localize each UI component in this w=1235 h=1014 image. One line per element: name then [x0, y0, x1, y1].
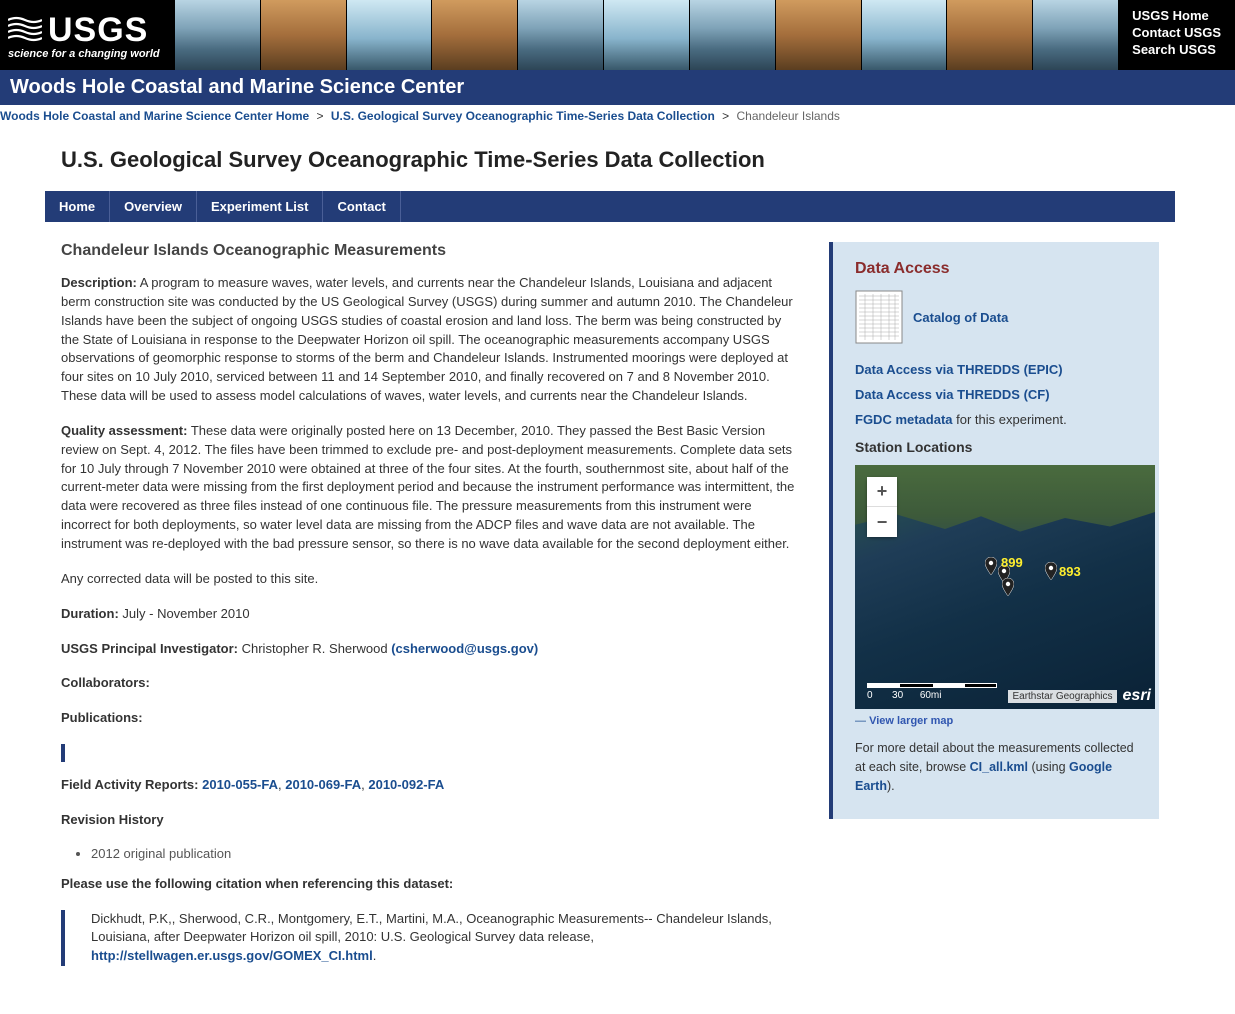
main-content: Chandeleur Islands Oceanographic Measure…: [61, 242, 799, 974]
experiment-heading: Chandeleur Islands Oceanographic Measure…: [61, 242, 799, 260]
map-attribution: Earthstar Geographics esri: [1008, 687, 1151, 705]
citation-link[interactable]: http://stellwagen.er.usgs.gov/GOMEX_CI.h…: [91, 948, 373, 963]
publications-label: Publications:: [61, 710, 143, 725]
collaborators-label: Collaborators:: [61, 675, 150, 690]
nav-overview[interactable]: Overview: [110, 191, 197, 222]
thredds-cf-link[interactable]: Data Access via THREDDS (CF): [855, 387, 1137, 402]
pi-label: USGS Principal Investigator:: [61, 641, 238, 656]
logo-tagline: science for a changing world: [8, 48, 167, 60]
thredds-epic-link[interactable]: Data Access via THREDDS (EPIC): [855, 362, 1137, 377]
crumb-home[interactable]: Woods Hole Coastal and Marine Science Ce…: [0, 109, 309, 123]
map-pin[interactable]: [985, 557, 997, 575]
top-banner: USGS science for a changing world USGS H…: [0, 0, 1235, 70]
logo-text: USGS: [48, 11, 148, 50]
usgs-home-link[interactable]: USGS Home: [1132, 8, 1221, 23]
citation-label: Please use the following citation when r…: [61, 876, 453, 891]
revision-history-line: Revision History: [61, 811, 799, 830]
zoom-in-button[interactable]: +: [867, 477, 897, 507]
description-label: Description:: [61, 275, 137, 290]
publications-line: Publications:: [61, 709, 799, 728]
map-scale: 0 30 60mi: [867, 683, 997, 701]
crumb-collection[interactable]: U.S. Geological Survey Oceanographic Tim…: [331, 109, 715, 123]
duration-label: Duration:: [61, 606, 119, 621]
esri-logo: esri: [1123, 687, 1151, 705]
quality-label: Quality assessment:: [61, 423, 187, 438]
banner-photos: [175, 0, 1118, 70]
pi-line: USGS Principal Investigator: Christopher…: [61, 640, 799, 659]
pi-name: Christopher R. Sherwood: [238, 641, 391, 656]
sidebar: Data Access Catalog of Data Data Access …: [829, 242, 1159, 819]
publications-block: [61, 744, 799, 762]
main-nav: Home Overview Experiment List Contact: [45, 191, 1175, 222]
crumb-current: Chandeleur Islands: [737, 109, 840, 123]
usgs-wave-icon: [8, 16, 42, 44]
usgs-logo[interactable]: USGS science for a changing world: [0, 0, 175, 70]
catalog-link[interactable]: Catalog of Data: [913, 310, 1008, 325]
search-usgs-link[interactable]: Search USGS: [1132, 42, 1221, 57]
field-activity-line: Field Activity Reports: 2010-055-FA, 201…: [61, 776, 799, 795]
revision-item: 2012 original publication: [91, 846, 799, 861]
data-access-heading: Data Access: [855, 260, 1137, 278]
quality-para: Quality assessment: These data were orig…: [61, 422, 799, 554]
map-pin-label: 893: [1059, 564, 1081, 579]
map-pin[interactable]: [1045, 562, 1057, 580]
view-larger-map-link[interactable]: View larger map: [869, 715, 953, 727]
breadcrumb: Woods Hole Coastal and Marine Science Ce…: [0, 105, 1235, 127]
catalog-of-data[interactable]: Catalog of Data: [855, 290, 1137, 344]
map-zoom-controls: + −: [867, 477, 897, 537]
collaborators-line: Collaborators:: [61, 674, 799, 693]
view-larger-line: — View larger map: [855, 715, 1137, 727]
nav-home[interactable]: Home: [45, 191, 110, 222]
nav-experiment-list[interactable]: Experiment List: [197, 191, 324, 222]
far-link-2[interactable]: 2010-069-FA: [285, 777, 361, 792]
quality-text: These data were originally posted here o…: [61, 423, 794, 551]
duration-text: July - November 2010: [119, 606, 250, 621]
fgdc-link[interactable]: FGDC metadata: [855, 412, 953, 427]
more-detail-para: For more detail about the measurements c…: [855, 739, 1137, 795]
page-title: U.S. Geological Survey Oceanographic Tim…: [61, 147, 1175, 173]
catalog-icon: [855, 290, 903, 344]
fgdc-suffix: for this experiment.: [953, 412, 1067, 427]
fgdc-line: FGDC metadata for this experiment.: [855, 412, 1137, 427]
citation-block: Dickhudt, P.K,, Sherwood, C.R., Montgome…: [61, 910, 799, 967]
duration-line: Duration: July - November 2010: [61, 605, 799, 624]
revision-list: 2012 original publication: [91, 846, 799, 861]
kml-link[interactable]: CI_all.kml: [970, 760, 1028, 774]
station-locations-heading: Station Locations: [855, 439, 1137, 455]
earthstar-label: Earthstar Geographics: [1008, 690, 1116, 703]
description-text: A program to measure waves, water levels…: [61, 275, 793, 403]
far-link-1[interactable]: 2010-055-FA: [202, 777, 278, 792]
far-label: Field Activity Reports:: [61, 777, 202, 792]
zoom-out-button[interactable]: −: [867, 507, 897, 537]
nav-contact[interactable]: Contact: [323, 191, 400, 222]
contact-usgs-link[interactable]: Contact USGS: [1132, 25, 1221, 40]
far-link-3[interactable]: 2010-092-FA: [368, 777, 444, 792]
site-title-bar: Woods Hole Coastal and Marine Science Ce…: [0, 70, 1235, 105]
corrected-note: Any corrected data will be posted to thi…: [61, 570, 799, 589]
station-map[interactable]: + − 899 893 0 30 60mi Earthstar Geographi…: [855, 465, 1155, 709]
citation-label-line: Please use the following citation when r…: [61, 875, 799, 894]
map-pin[interactable]: [1002, 578, 1014, 596]
map-pin-label: 899: [1001, 555, 1023, 570]
pi-email-link[interactable]: (csherwood@usgs.gov): [391, 641, 538, 656]
top-links: USGS Home Contact USGS Search USGS: [1118, 0, 1235, 70]
citation-text: Dickhudt, P.K,, Sherwood, C.R., Montgome…: [91, 911, 772, 945]
description-para: Description: A program to measure waves,…: [61, 274, 799, 406]
revision-label: Revision History: [61, 812, 164, 827]
